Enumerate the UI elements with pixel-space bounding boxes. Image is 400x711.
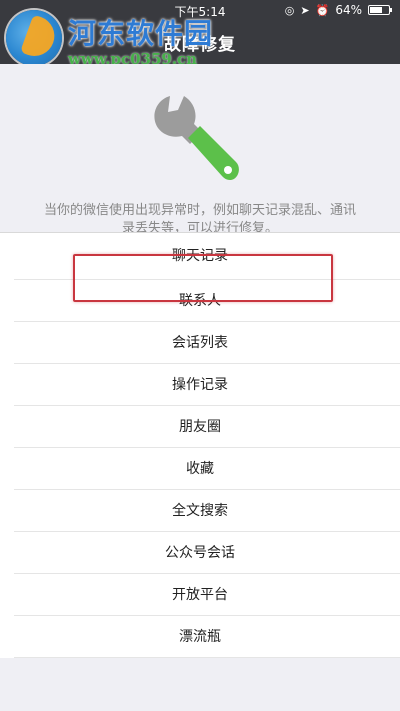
watermark: 河东软件园 www.pc0359.cn [6, 10, 236, 68]
highlight-box [73, 254, 333, 302]
watermark-name: 河东软件园 [68, 17, 214, 50]
battery-percent: 64% [335, 3, 362, 17]
watermark-logo-icon [6, 10, 62, 66]
wrench-icon [154, 96, 239, 180]
repair-item[interactable]: 全文搜索 [0, 490, 400, 532]
hero-section: 当你的微信使用出现异常时，例如聊天记录混乱、通讯录丢失等，可以进行修复。 [0, 64, 400, 236]
repair-item[interactable]: 漂流瓶 [0, 616, 400, 658]
battery-icon [368, 5, 392, 15]
repair-item[interactable]: 朋友圈 [0, 406, 400, 448]
battery-fill [370, 7, 382, 13]
orientation-lock-icon: ◎ [284, 3, 295, 17]
repair-item[interactable]: 收藏 [0, 448, 400, 490]
repair-item[interactable]: 会话列表 [0, 322, 400, 364]
repair-item[interactable]: 操作记录 [0, 364, 400, 406]
repair-item[interactable]: 公众号会话 [0, 532, 400, 574]
alarm-icon: ⏰ [315, 3, 330, 17]
location-icon: ➤ [300, 3, 310, 17]
repair-item[interactable]: 开放平台 [0, 574, 400, 616]
status-icons: ◎ ➤ ⏰ 64% [284, 3, 392, 17]
